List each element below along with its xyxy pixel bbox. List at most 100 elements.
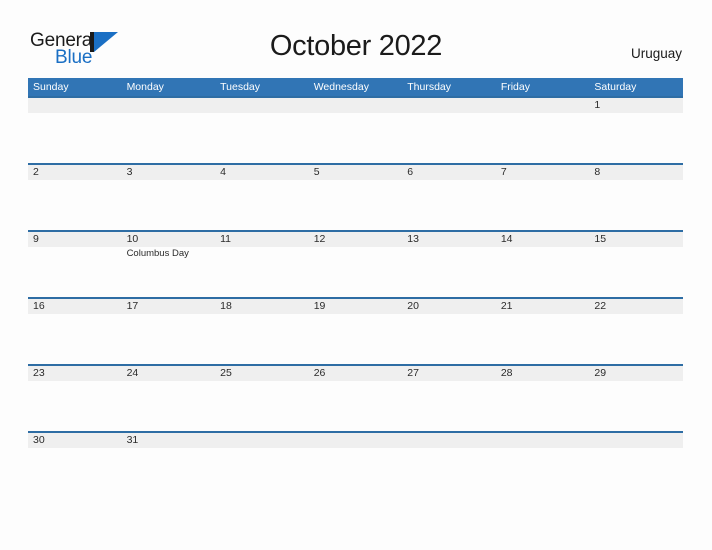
- day-cell[interactable]: 24: [122, 366, 216, 432]
- day-number: 27: [407, 366, 419, 379]
- page-header: General Blue October 2022 Uruguay: [0, 0, 712, 76]
- day-cell[interactable]: 10 Columbus Day: [122, 232, 216, 298]
- weekday-header-friday: Friday: [500, 81, 530, 93]
- day-number: 24: [126, 366, 139, 379]
- calendar-page: General Blue October 2022 Uruguay Sunday…: [0, 0, 712, 550]
- weekday-header-tuesday: Tuesday: [220, 81, 261, 93]
- weekday-header-row: Sunday Monday Tuesday Wednesday Thursday…: [28, 78, 683, 96]
- week-cells: 23 24 25 26 27 28 29: [28, 366, 683, 432]
- day-cell[interactable]: 11: [215, 232, 309, 298]
- day-number: 22: [594, 299, 607, 312]
- day-cell[interactable]: 7: [496, 165, 590, 231]
- day-cell-empty: [496, 98, 590, 164]
- day-cell[interactable]: 5: [309, 165, 403, 231]
- day-cell[interactable]: 20: [402, 299, 496, 365]
- day-number: 25: [220, 366, 232, 379]
- day-number: 28: [500, 366, 513, 379]
- day-cell[interactable]: 19: [309, 299, 403, 365]
- week-cells: 1: [28, 98, 683, 164]
- day-events: Columbus Day: [127, 247, 216, 260]
- day-number: 16: [33, 299, 45, 312]
- day-number: [127, 98, 216, 114]
- day-number: [501, 98, 590, 114]
- day-cell[interactable]: 8: [589, 165, 683, 231]
- day-cell-empty: [215, 433, 309, 499]
- day-cell[interactable]: 4: [215, 165, 309, 231]
- day-cell[interactable]: 6: [402, 165, 496, 231]
- week-cells: 16 17 18 19 20 21 22: [28, 299, 683, 365]
- day-cell[interactable]: 23: [28, 366, 122, 432]
- day-number: 26: [313, 366, 326, 379]
- day-cell[interactable]: 18: [215, 299, 309, 365]
- week-cells: 30 31: [28, 433, 683, 499]
- day-number: 14: [500, 232, 513, 245]
- day-number: 29: [594, 366, 607, 379]
- day-cell[interactable]: 17: [122, 299, 216, 365]
- day-number: 19: [313, 299, 326, 312]
- weekday-header-saturday: Saturday: [594, 81, 637, 93]
- day-number: 11: [220, 232, 232, 245]
- day-number: 30: [33, 433, 45, 446]
- day-number: 3: [126, 165, 133, 178]
- day-cell-empty: [122, 98, 216, 164]
- day-cell-empty: [402, 433, 496, 499]
- day-number: [501, 433, 590, 449]
- day-cell-empty: [402, 98, 496, 164]
- day-cell[interactable]: 13: [402, 232, 496, 298]
- day-cell[interactable]: 27: [402, 366, 496, 432]
- calendar-week-row: 1: [28, 96, 683, 163]
- calendar-week-row: 2 3 4 5 6 7 8: [28, 163, 683, 230]
- day-cell-empty: [589, 433, 683, 499]
- day-number: 7: [500, 165, 507, 178]
- day-number: 4: [220, 165, 226, 178]
- day-cell[interactable]: 3: [122, 165, 216, 231]
- week-cells: 2 3 4 5 6 7 8: [28, 165, 683, 231]
- day-cell-empty: [309, 98, 403, 164]
- week-cells: 9 10 Columbus Day 11 12 13 14 15: [28, 232, 683, 298]
- day-cell[interactable]: 9: [28, 232, 122, 298]
- day-number: [314, 433, 403, 449]
- day-number: 31: [126, 433, 139, 446]
- day-cell[interactable]: 22: [589, 299, 683, 365]
- weekday-header-wednesday: Wednesday: [313, 81, 369, 93]
- country-label: Uruguay: [630, 46, 682, 61]
- day-number: 12: [313, 232, 326, 245]
- day-number: [220, 433, 309, 449]
- calendar-grid: Sunday Monday Tuesday Wednesday Thursday…: [28, 78, 683, 498]
- day-cell[interactable]: 12: [309, 232, 403, 298]
- day-cell[interactable]: 31: [122, 433, 216, 499]
- day-cell-empty: [215, 98, 309, 164]
- day-number: [33, 98, 122, 114]
- day-cell[interactable]: 16: [28, 299, 122, 365]
- day-cell[interactable]: 14: [496, 232, 590, 298]
- day-cell[interactable]: 1: [589, 98, 683, 164]
- calendar-week-row: 9 10 Columbus Day 11 12 13 14 15: [28, 230, 683, 297]
- day-number: 20: [407, 299, 419, 312]
- day-cell-empty: [28, 98, 122, 164]
- calendar-week-row: 30 31: [28, 431, 683, 498]
- day-number: 8: [594, 165, 601, 178]
- day-cell[interactable]: 26: [309, 366, 403, 432]
- day-number: 6: [407, 165, 414, 178]
- day-number: 2: [33, 165, 39, 178]
- day-number: 18: [220, 299, 232, 312]
- day-cell[interactable]: 21: [496, 299, 590, 365]
- calendar-weeks: 1 2 3 4 5 6 7 8 9 10 Columbus Day 11 12 13 14 15 16 17 18 1…: [28, 96, 683, 498]
- day-number: [407, 433, 496, 449]
- day-number: [407, 98, 496, 114]
- page-title: October 2022: [269, 30, 443, 62]
- day-number: 13: [407, 232, 419, 245]
- day-number: 10: [126, 232, 139, 245]
- day-cell[interactable]: 29: [589, 366, 683, 432]
- day-cell[interactable]: 2: [28, 165, 122, 231]
- day-cell[interactable]: 30: [28, 433, 122, 499]
- weekday-header-thursday: Thursday: [407, 81, 452, 93]
- day-number: 5: [313, 165, 320, 178]
- day-cell[interactable]: 15: [589, 232, 683, 298]
- day-cell[interactable]: 28: [496, 366, 590, 432]
- day-number: 1: [594, 98, 601, 111]
- day-number: 9: [33, 232, 39, 245]
- day-cell[interactable]: 25: [215, 366, 309, 432]
- calendar-week-row: 23 24 25 26 27 28 29: [28, 364, 683, 431]
- day-cell-empty: [309, 433, 403, 499]
